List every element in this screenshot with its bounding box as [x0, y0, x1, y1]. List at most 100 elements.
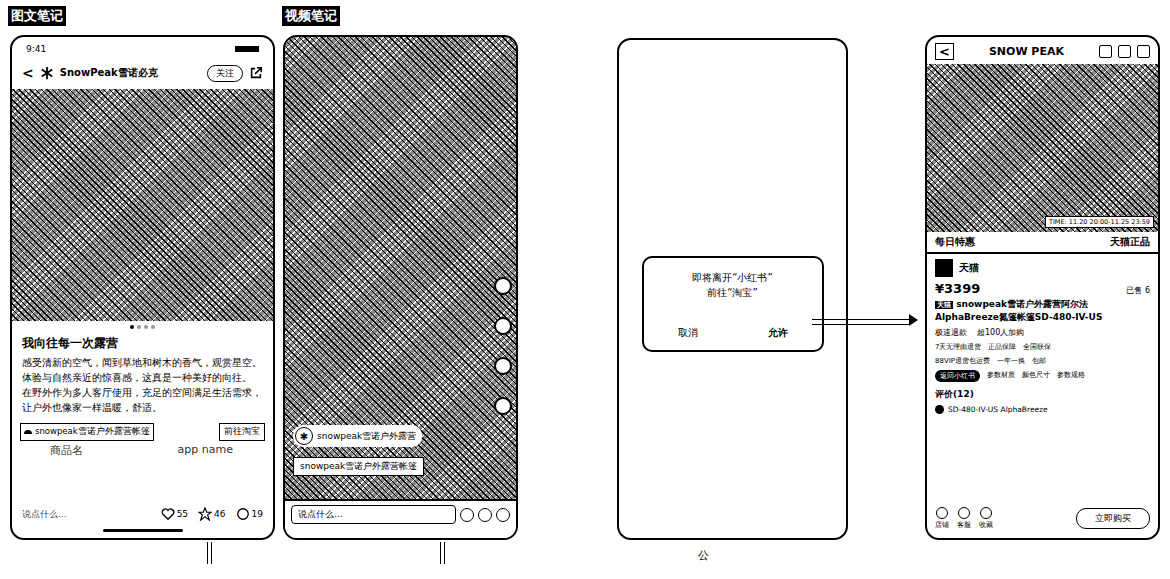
app-name-annotation: app name	[178, 443, 233, 458]
shop-row: 天猫	[927, 254, 1158, 279]
dialog-line: 前往“淘宝”	[656, 285, 810, 300]
page-dot	[151, 325, 155, 329]
tab-button[interactable]: 客服	[957, 507, 971, 530]
product-photo: TIME: 11.20 20:00-11.25 23:59	[927, 64, 1158, 232]
comment-count[interactable]: 19	[236, 507, 263, 521]
reviews-title: 评价(12)	[927, 382, 1158, 403]
action-icon[interactable]	[494, 397, 512, 415]
service: 正品保障	[988, 342, 1016, 352]
product-tag[interactable]: snowpeak雪诺户外露营帐篷	[20, 423, 154, 441]
bottom-bar: 店铺客服收藏 立即购买	[927, 503, 1158, 538]
action-icon[interactable]	[494, 317, 512, 335]
extra-item[interactable]: 参数规格	[1057, 370, 1085, 382]
delivery-item: 88VIP退货包运费	[935, 356, 990, 366]
product-tag: 超100人加购	[977, 327, 1024, 338]
service-row: 7天无理由退货正品保障全国联保	[927, 338, 1158, 352]
cart-icon[interactable]	[1118, 45, 1131, 58]
extra-item[interactable]: 颜色尺寸	[1022, 370, 1050, 382]
extras-row: 返回小红书 参数材质颜色尺寸参数规格	[927, 366, 1158, 382]
service: 全国联保	[1023, 342, 1051, 352]
page-dot	[144, 325, 148, 329]
avatar-icon: ✱	[295, 427, 313, 445]
comment-icon	[236, 507, 250, 521]
video-product-tag[interactable]: snowpeak雪诺户外露营帐篷	[293, 457, 424, 476]
image-note-phone: 9:41 < SnowPeak雪诺必克 关注 我向往每一次露营 感受清新的空气，…	[10, 35, 275, 540]
star-count[interactable]: 46	[198, 507, 225, 521]
product-tag: 极速退款	[935, 327, 967, 338]
product-row: snowpeak雪诺户外露营帐篷 前往淘宝	[12, 415, 273, 443]
star-icon	[198, 507, 212, 521]
back-to-app-button[interactable]: 返回小红书	[935, 370, 980, 382]
signal-icon	[235, 46, 259, 52]
store-name: SNOW PEAK	[960, 45, 1093, 58]
note-body: 在野外作为多人客厅使用，充足的空间满足生活需求，让户外也像家一样温暖，舒适。	[12, 385, 273, 415]
action-icon[interactable]	[494, 277, 512, 295]
promo-label: 每日特惠	[935, 235, 975, 249]
dialog-message: 即将离开“小红书”前往“淘宝”	[656, 270, 810, 300]
tag-row: 极速退款超100人加购	[927, 323, 1158, 338]
tab-button[interactable]: 收藏	[979, 507, 993, 530]
search-icon[interactable]	[1099, 45, 1112, 58]
tab-button[interactable]: 店铺	[935, 507, 949, 530]
like-count[interactable]: 55	[161, 507, 188, 521]
dialog-line: 即将离开“小红书”	[656, 270, 810, 285]
promo-bar: 每日特惠 天猫正品	[927, 232, 1158, 254]
comment-input[interactable]: 说点什么...	[22, 508, 151, 521]
figure-label: 图文笔记	[8, 6, 66, 26]
service: 7天无理由退货	[935, 342, 981, 352]
action-icon[interactable]	[494, 357, 512, 375]
share-icon[interactable]	[249, 66, 263, 80]
footer-mark: 公	[698, 548, 709, 563]
follow-button[interactable]: 关注	[207, 65, 243, 82]
like-icon[interactable]	[460, 508, 474, 522]
extra-item[interactable]: 参数材质	[987, 370, 1015, 382]
delivery-item: 一年一换	[997, 356, 1025, 366]
price: ¥3399	[935, 281, 980, 296]
back-button[interactable]: <	[22, 65, 34, 81]
video-author[interactable]: ✱snowpeak雪诺户外露营	[293, 425, 422, 447]
home-indicator	[103, 529, 183, 532]
shop-logo-icon	[935, 259, 953, 277]
note-title: 我向往每一次露营	[12, 333, 273, 355]
delivery-item: 包邮	[1032, 356, 1046, 366]
arrow-head-icon	[909, 314, 918, 326]
more-icon[interactable]	[1137, 45, 1150, 58]
cap-icon	[24, 430, 32, 434]
video-note-phone: ✱snowpeak雪诺户外露营 snowpeak雪诺户外露营帐篷 说点什么...	[283, 35, 518, 540]
comment-icon[interactable]	[496, 508, 510, 522]
video-frame: ✱snowpeak雪诺户外露营 snowpeak雪诺户外露营帐篷	[285, 37, 516, 499]
promo-right: 天猫正品	[1110, 235, 1150, 249]
taobao-phone: < SNOW PEAK TIME: 11.20 20:00-11.25 23:5…	[925, 35, 1160, 540]
shop-nav: < SNOW PEAK	[927, 37, 1158, 64]
dialog-button[interactable]: 允许	[768, 326, 788, 340]
star-icon[interactable]	[478, 508, 492, 522]
flow-arrow	[812, 319, 910, 325]
page-dot	[130, 325, 134, 329]
pointer-line	[207, 542, 212, 564]
product-title: 天猫 snowpeak雪诺户外露营阿尔法AlphaBreeze氮篷帐篷SD-48…	[927, 298, 1158, 323]
action-column	[494, 277, 512, 415]
note-body: 感受清新的空气，闻到草地和树木的香气，观赏星空。体验与自然亲近的惊喜感，这真是一…	[12, 355, 273, 385]
tab-icon	[936, 507, 948, 519]
sale-time: TIME: 11.20 20:00-11.25 23:59	[1045, 216, 1154, 228]
heart-icon	[161, 507, 175, 521]
tent-photo	[12, 89, 273, 321]
back-button[interactable]: <	[935, 43, 954, 60]
redirect-dialog: 即将离开“小红书”前往“淘宝” 取消 允许	[642, 256, 824, 352]
page-dots	[12, 321, 273, 333]
delivery-row: 88VIP退货包运费一年一换包邮	[927, 352, 1158, 366]
author-name[interactable]: SnowPeak雪诺必克	[60, 66, 201, 80]
price-row: ¥3399 已售 6	[927, 279, 1158, 298]
page-dot	[137, 325, 141, 329]
product-name-annotation: 商品名	[50, 443, 83, 458]
sold-count: 已售 6	[1126, 285, 1150, 296]
snowflake-logo-icon	[40, 66, 54, 80]
app-link[interactable]: 前往淘宝	[219, 423, 265, 441]
patent-figure: 图文笔记 视频笔记 9:41 < SnowPeak雪诺必克 关注 我向往每一次露…	[0, 0, 1170, 579]
video-comment-bar: 说点什么...	[285, 499, 516, 538]
shop-name: 天猫	[959, 261, 979, 275]
status-time: 9:41	[26, 44, 46, 54]
comment-input[interactable]: 说点什么...	[291, 505, 456, 524]
dialog-button[interactable]: 取消	[678, 326, 698, 340]
buy-button[interactable]: 立即购买	[1076, 508, 1150, 529]
